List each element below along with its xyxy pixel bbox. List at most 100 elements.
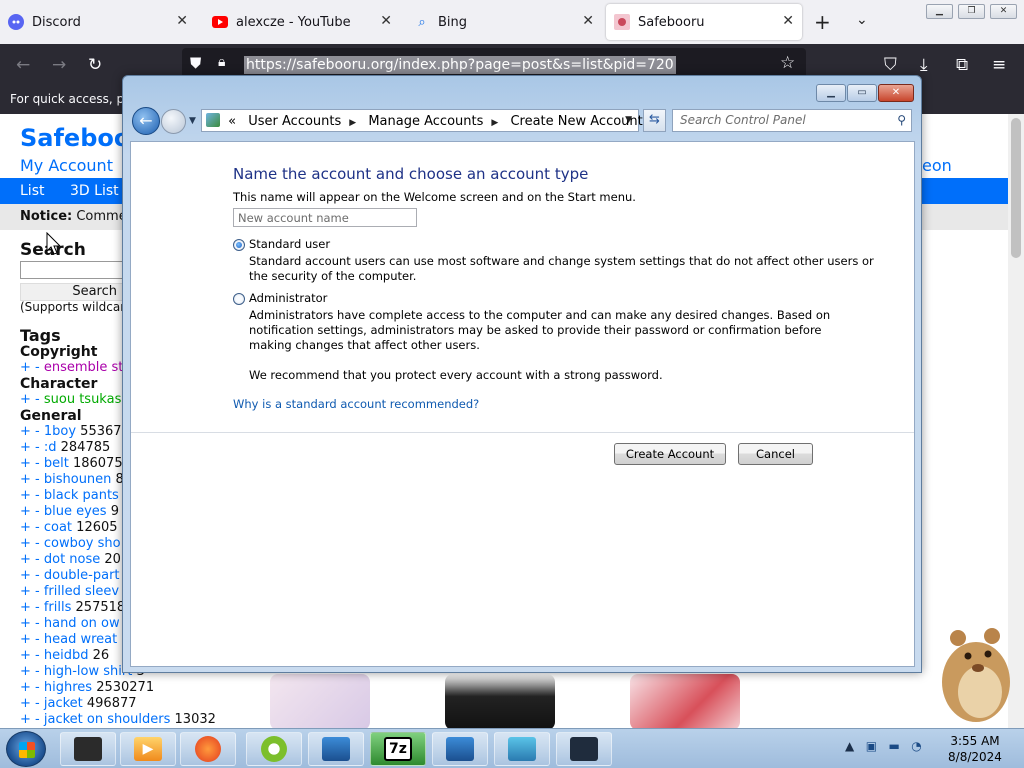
close-tab-icon[interactable]: ✕ xyxy=(782,13,794,29)
taskbar-app-active[interactable]: 7z xyxy=(370,732,426,766)
tag-item[interactable]: + - jacket 496877 xyxy=(20,696,137,711)
close-window-button[interactable]: ✕ xyxy=(990,4,1017,19)
forward-arrow-icon[interactable]: → xyxy=(52,55,66,75)
tag-item[interactable]: + - jacket on shoulders 13032 xyxy=(20,712,216,727)
breadcrumb-user-accounts[interactable]: User Accounts xyxy=(248,114,341,129)
thumbnail-image[interactable] xyxy=(630,674,740,730)
standard-user-radio[interactable] xyxy=(233,239,245,251)
back-arrow-icon[interactable]: ← xyxy=(132,107,160,135)
tag-name[interactable]: high-low shirt xyxy=(44,664,132,679)
breadcrumb-overflow[interactable]: « xyxy=(228,114,236,129)
taskbar-app[interactable] xyxy=(432,732,488,766)
menu-icon[interactable]: ≡ xyxy=(992,55,1006,75)
extensions-icon[interactable]: ⧉ xyxy=(956,55,968,75)
tab-youtube[interactable]: alexcze - YouTube ✕ xyxy=(204,4,400,40)
tag-prefix[interactable]: + - xyxy=(20,696,40,711)
url-text[interactable]: https://safebooru.org/index.php?page=pos… xyxy=(244,56,676,74)
tag-item[interactable]: + - hand on ow xyxy=(20,616,120,631)
tag-name[interactable]: 1boy xyxy=(44,424,76,439)
tag-name[interactable]: cowboy sho xyxy=(44,536,121,551)
display-icon[interactable]: ▬ xyxy=(888,739,899,753)
tag-name[interactable]: hand on ow xyxy=(44,616,120,631)
tag-prefix[interactable]: + - xyxy=(20,424,40,439)
tag-name[interactable]: black pants xyxy=(44,488,119,503)
tag-name[interactable]: suou tsukas xyxy=(44,392,122,407)
tag-item[interactable]: + - suou tsukas xyxy=(20,392,121,407)
minimize-button[interactable]: ▁ xyxy=(816,84,846,102)
tag-item[interactable]: + - :d 284785 xyxy=(20,440,110,455)
maximize-button[interactable]: ▭ xyxy=(847,84,877,102)
tag-item[interactable]: + - coat 12605 xyxy=(20,520,118,535)
menu-3d-list[interactable]: 3D List xyxy=(70,183,119,199)
breadcrumb-create-account[interactable]: Create New Account xyxy=(510,114,642,129)
tag-item[interactable]: + - dot nose 20 xyxy=(20,552,121,567)
taskbar-app[interactable] xyxy=(308,732,364,766)
header-link[interactable]: eon xyxy=(922,156,952,175)
tag-prefix[interactable]: + - xyxy=(20,584,40,599)
lock-icon[interactable]: 🔒︎ xyxy=(218,54,225,70)
tag-name[interactable]: heidbd xyxy=(44,648,89,663)
start-button[interactable] xyxy=(6,731,46,767)
tag-prefix[interactable]: + - xyxy=(20,488,40,503)
tag-item[interactable]: + - blue eyes 9 xyxy=(20,504,119,519)
administrator-radio[interactable] xyxy=(233,293,245,305)
minimize-window-button[interactable]: ▁ xyxy=(926,4,953,19)
tab-safebooru[interactable]: Safebooru ✕ xyxy=(606,4,802,40)
tag-item[interactable]: + - double-part xyxy=(20,568,120,583)
tag-prefix[interactable]: + - xyxy=(20,600,40,615)
tag-item[interactable]: + - highres 2530271 xyxy=(20,680,154,695)
tag-prefix[interactable]: + - xyxy=(20,632,40,647)
tag-prefix[interactable]: + - xyxy=(20,360,40,375)
star-bookmark-icon[interactable]: ☆ xyxy=(780,53,795,73)
close-tab-icon[interactable]: ✕ xyxy=(176,13,188,29)
chevron-down-icon[interactable]: ▼ xyxy=(625,115,632,125)
tag-prefix[interactable]: + - xyxy=(20,648,40,663)
show-hidden-icons-icon[interactable]: ▲ xyxy=(845,739,854,753)
address-breadcrumb[interactable]: « User Accounts ▶ Manage Accounts ▶ Create… xyxy=(201,109,643,132)
my-account-link[interactable]: My Account xyxy=(20,156,113,175)
forward-arrow-icon[interactable] xyxy=(161,109,186,134)
tag-name[interactable]: double-part xyxy=(44,568,120,583)
tag-item[interactable]: + - belt 186075 xyxy=(20,456,123,471)
tag-name[interactable]: highres xyxy=(44,680,92,695)
taskbar-app[interactable] xyxy=(246,732,302,766)
tab-discord[interactable]: Discord ✕ xyxy=(0,4,196,40)
close-tab-icon[interactable]: ✕ xyxy=(582,13,594,29)
volume-icon[interactable]: ◔ xyxy=(911,739,921,753)
tag-item[interactable]: + - cowboy sho xyxy=(20,536,121,551)
refresh-icon[interactable]: ⇆ xyxy=(643,109,666,132)
tag-prefix[interactable]: + - xyxy=(20,680,40,695)
new-tab-icon[interactable]: + xyxy=(814,10,831,34)
tag-prefix[interactable]: + - xyxy=(20,472,40,487)
tag-name[interactable]: :d xyxy=(44,440,57,455)
pocket-icon[interactable]: ⛉ xyxy=(884,55,897,75)
tag-item[interactable]: + - ensemble st xyxy=(20,360,123,375)
tag-search-input[interactable] xyxy=(20,261,130,279)
tag-name[interactable]: frilled sleev xyxy=(44,584,119,599)
scrollbar-thumb[interactable] xyxy=(1011,118,1021,258)
search-button[interactable]: Search xyxy=(20,283,130,301)
tag-item[interactable]: + - frilled sleev xyxy=(20,584,119,599)
reload-icon[interactable]: ↻ xyxy=(88,55,102,75)
administrator-label[interactable]: Administrator xyxy=(249,291,327,305)
tag-name[interactable]: bishounen xyxy=(44,472,112,487)
close-tab-icon[interactable]: ✕ xyxy=(380,13,392,29)
tag-prefix[interactable]: + - xyxy=(20,440,40,455)
recent-pages-dropdown-icon[interactable]: ▼ xyxy=(189,116,196,126)
thumbnail-image[interactable] xyxy=(445,674,555,730)
tag-prefix[interactable]: + - xyxy=(20,392,40,407)
tag-name[interactable]: belt xyxy=(44,456,69,471)
breadcrumb-arrow-icon[interactable]: ▶ xyxy=(349,118,356,128)
download-icon[interactable]: ⤓ xyxy=(920,55,928,75)
tag-prefix[interactable]: + - xyxy=(20,664,40,679)
tag-name[interactable]: dot nose xyxy=(44,552,100,567)
tag-item[interactable]: + - heidbd 26 xyxy=(20,648,109,663)
tag-prefix[interactable]: + - xyxy=(20,568,40,583)
shield-icon[interactable]: ⛊ xyxy=(190,54,201,72)
tag-prefix[interactable]: + - xyxy=(20,616,40,631)
tag-prefix[interactable]: + - xyxy=(20,712,40,727)
search-control-panel-input[interactable]: Search Control Panel ⚲ xyxy=(672,109,912,132)
tag-prefix[interactable]: + - xyxy=(20,552,40,567)
create-account-button[interactable]: Create Account xyxy=(614,443,726,465)
standard-user-label[interactable]: Standard user xyxy=(249,237,330,251)
